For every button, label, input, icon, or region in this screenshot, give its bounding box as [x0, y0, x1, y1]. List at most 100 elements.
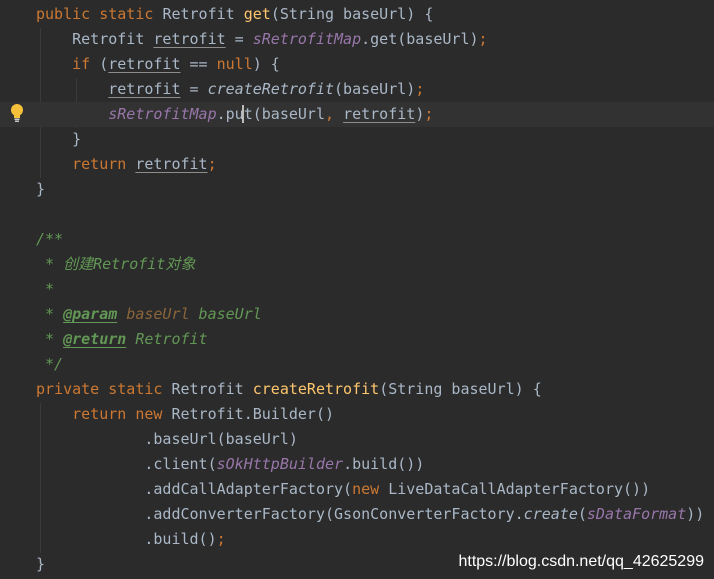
code-token: == — [180, 55, 217, 73]
code-token: ) — [415, 105, 425, 123]
code-token: ; — [415, 80, 425, 98]
code-text: if (retrofit == null) { — [36, 52, 280, 77]
code-token: sOkHttpBuilder — [216, 455, 344, 473]
code-token: retrofit — [108, 80, 181, 98]
code-token: return new — [72, 405, 172, 423]
code-token: baseUrl — [126, 305, 190, 323]
code-text: Retrofit retrofit = sRetrofitMap.get(bas… — [36, 27, 487, 52]
code-text: * @return Retrofit — [36, 327, 208, 352]
code-token: * 创建Retrofit对象 — [36, 255, 196, 273]
code-token: } — [36, 130, 82, 148]
code-line[interactable]: .addConverterFactory(GsonConverterFactor… — [0, 502, 714, 527]
code-text: .baseUrl(baseUrl) — [36, 427, 298, 452]
code-token: createRetrofit — [207, 80, 335, 98]
code-token: = — [225, 30, 253, 48]
code-text: } — [36, 552, 45, 577]
code-line[interactable]: } — [0, 177, 714, 202]
code-token: .baseUrl(baseUrl) — [36, 430, 298, 448]
code-token: null — [216, 55, 253, 73]
code-line[interactable]: if (retrofit == null) { — [0, 52, 714, 77]
code-line[interactable]: Retrofit retrofit = sRetrofitMap.get(bas… — [0, 27, 714, 52]
code-token: sRetrofitMap — [252, 30, 362, 48]
code-token: if — [72, 55, 100, 73]
code-line[interactable]: public static Retrofit get(String baseUr… — [0, 2, 714, 27]
code-token: ( — [99, 55, 109, 73]
code-text: * 创建Retrofit对象 — [36, 252, 195, 277]
code-text: return new Retrofit.Builder() — [36, 402, 334, 427]
code-line[interactable]: private static Retrofit createRetrofit(S… — [0, 377, 714, 402]
code-line[interactable]: .client(sOkHttpBuilder.build()) — [0, 452, 714, 477]
code-token: (baseUrl) — [334, 80, 416, 98]
code-line[interactable]: } — [0, 127, 714, 152]
code-line[interactable]: */ — [0, 352, 714, 377]
code-token: create — [523, 505, 578, 523]
code-token: ( — [577, 505, 587, 523]
code-token: retrofit — [153, 30, 226, 48]
code-token: (String baseUrl) { — [270, 5, 434, 23]
code-token: = — [180, 80, 208, 98]
code-text: private static Retrofit createRetrofit(S… — [36, 377, 542, 402]
code-token: .client( — [36, 455, 217, 473]
code-text: public static Retrofit get(String baseUr… — [36, 2, 433, 27]
code-text: } — [36, 127, 81, 152]
code-token: )) — [686, 505, 705, 523]
code-token: return — [72, 155, 136, 173]
code-line[interactable]: sRetrofitMap.put(baseUrl, retrofit); — [0, 102, 714, 127]
intention-bulb-icon[interactable] — [9, 103, 25, 123]
code-line[interactable]: retrofit = createRetrofit(baseUrl); — [0, 77, 714, 102]
code-token: Retrofit — [126, 330, 208, 348]
code-token: } — [36, 555, 46, 573]
code-token: , — [325, 105, 344, 123]
code-token: createRetrofit — [252, 380, 380, 398]
code-token: sDataFormat — [586, 505, 687, 523]
code-token: .addConverterFactory(GsonConverterFactor… — [36, 505, 524, 523]
code-line[interactable]: * — [0, 277, 714, 302]
code-token: .put(baseUrl — [216, 105, 325, 123]
code-token: baseUrl — [189, 305, 262, 323]
code-token: retrofit — [343, 105, 416, 123]
code-editor[interactable]: public static Retrofit get(String baseUr… — [0, 0, 714, 579]
text-caret — [242, 105, 244, 123]
code-line[interactable]: * 创建Retrofit对象 — [0, 252, 714, 277]
watermark: https://blog.csdn.net/qq_42625299 — [458, 553, 704, 570]
code-text: * @param baseUrl baseUrl — [36, 302, 262, 327]
code-token: public static — [36, 5, 163, 23]
code-token: .build() — [36, 530, 217, 548]
code-token: * — [36, 280, 55, 298]
code-text: sRetrofitMap.put(baseUrl, retrofit); — [36, 102, 433, 127]
code-line[interactable]: return new Retrofit.Builder() — [0, 402, 714, 427]
code-line[interactable]: .addCallAdapterFactory(new LiveDataCallA… — [0, 477, 714, 502]
code-token: new — [352, 480, 389, 498]
code-token: sRetrofitMap — [108, 105, 217, 123]
code-text: } — [36, 177, 45, 202]
code-token: get — [243, 5, 271, 23]
code-token: Retrofit — [171, 380, 253, 398]
code-line[interactable]: /** — [0, 227, 714, 252]
code-text: retrofit = createRetrofit(baseUrl); — [36, 77, 424, 102]
code-token: LiveDataCallAdapterFactory()) — [388, 480, 651, 498]
code-text: .build(); — [36, 527, 225, 552]
code-token: .build()) — [343, 455, 425, 473]
code-token: ) { — [252, 55, 280, 73]
code-text: /** — [36, 227, 63, 252]
code-text: return retrofit; — [36, 152, 217, 177]
code-line[interactable]: .build(); — [0, 527, 714, 552]
code-token: Retrofit.Builder() — [171, 405, 335, 423]
code-token: Retrofit — [162, 5, 244, 23]
code-token: * — [36, 330, 64, 348]
code-token: } — [36, 180, 46, 198]
code-line[interactable]: * @return Retrofit — [0, 327, 714, 352]
code-line[interactable]: return retrofit; — [0, 152, 714, 177]
code-text: */ — [36, 352, 63, 377]
code-token: @param — [63, 305, 118, 323]
code-token: */ — [36, 355, 64, 373]
code-line[interactable] — [0, 202, 714, 227]
code-line[interactable]: .baseUrl(baseUrl) — [0, 427, 714, 452]
code-line[interactable]: * @param baseUrl baseUrl — [0, 302, 714, 327]
